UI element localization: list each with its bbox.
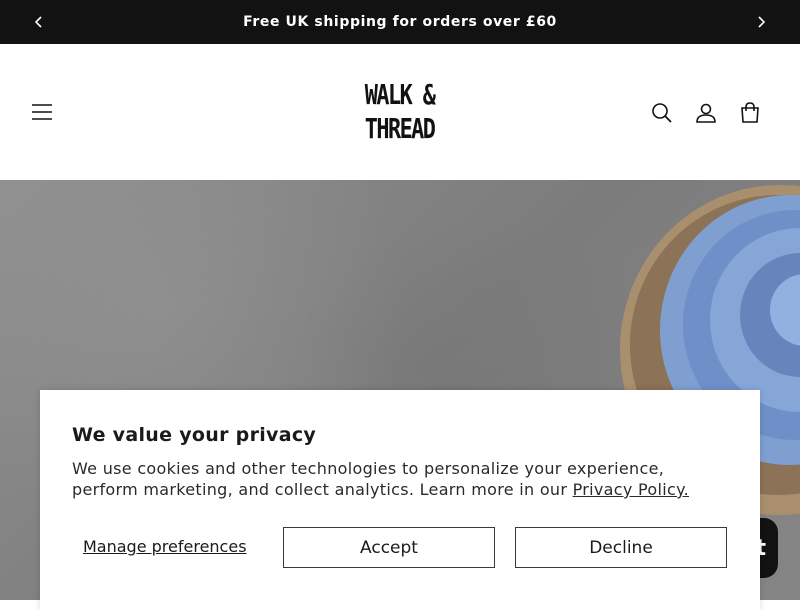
accept-button[interactable]: Accept — [283, 527, 495, 568]
manage-preferences-button[interactable]: Manage preferences — [83, 537, 247, 556]
chevron-left-icon[interactable] — [29, 12, 49, 32]
cookie-body: We use cookies and other technologies to… — [72, 458, 732, 500]
cart-icon[interactable] — [732, 95, 768, 131]
cookie-title: We value your privacy — [72, 424, 317, 446]
menu-icon[interactable] — [24, 94, 60, 130]
announcement-text: Free UK shipping for orders over £60 — [243, 14, 557, 30]
cookie-consent-banner: We value your privacy We use cookies and… — [40, 390, 760, 610]
decline-button[interactable]: Decline — [515, 527, 727, 568]
logo-line-2: THREAD — [365, 112, 436, 145]
search-icon[interactable] — [644, 95, 680, 131]
chevron-right-icon[interactable] — [751, 12, 771, 32]
site-logo[interactable]: WALK & THREAD — [340, 74, 460, 150]
announcement-bar: Free UK shipping for orders over £60 — [0, 0, 800, 44]
logo-line-1: WALK & — [365, 78, 436, 111]
privacy-policy-link[interactable]: Privacy Policy. — [573, 480, 689, 499]
site-header: WALK & THREAD — [0, 44, 800, 180]
account-icon[interactable] — [688, 95, 724, 131]
